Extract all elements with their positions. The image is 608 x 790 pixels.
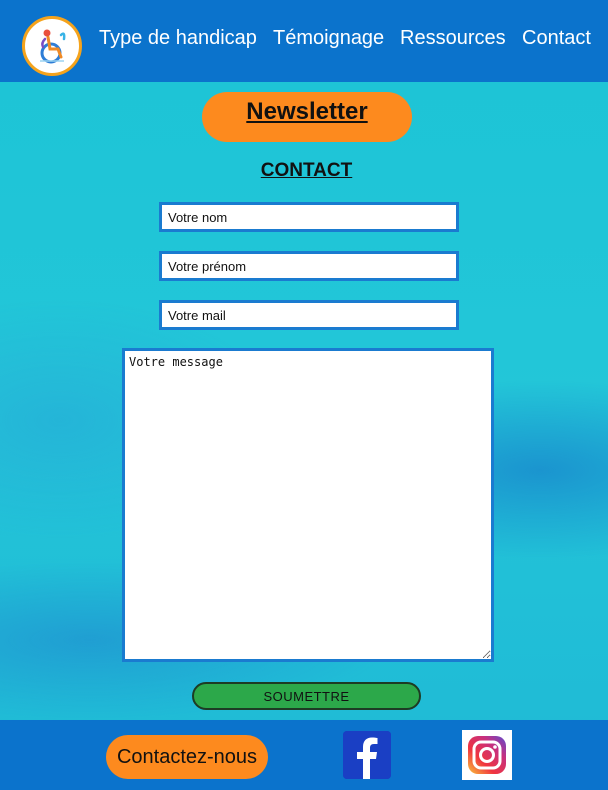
nav-item-contact[interactable]: Contact [522,26,591,50]
page-title: CONTACT [260,160,353,181]
email-field[interactable] [159,300,459,330]
main-nav: Type de handicap Témoignage Ressources C… [0,26,608,56]
nav-item-ressources[interactable]: Ressources [400,26,506,50]
site-header: Type de handicap Témoignage Ressources C… [0,0,608,82]
message-field[interactable] [122,348,494,662]
newsletter-button[interactable]: Newsletter [202,92,412,142]
contact-us-button[interactable]: Contactez-nous [106,735,268,779]
name-field[interactable] [159,202,459,232]
facebook-icon[interactable] [343,731,391,779]
firstname-field[interactable] [159,251,459,281]
instagram-icon[interactable] [462,730,512,780]
site-footer: Contactez-nous [0,720,608,790]
nav-item-type-handicap[interactable]: Type de handicap [99,26,257,50]
nav-item-temoignage[interactable]: Témoignage [273,26,384,50]
submit-button[interactable]: SOUMETTRE [192,682,421,710]
